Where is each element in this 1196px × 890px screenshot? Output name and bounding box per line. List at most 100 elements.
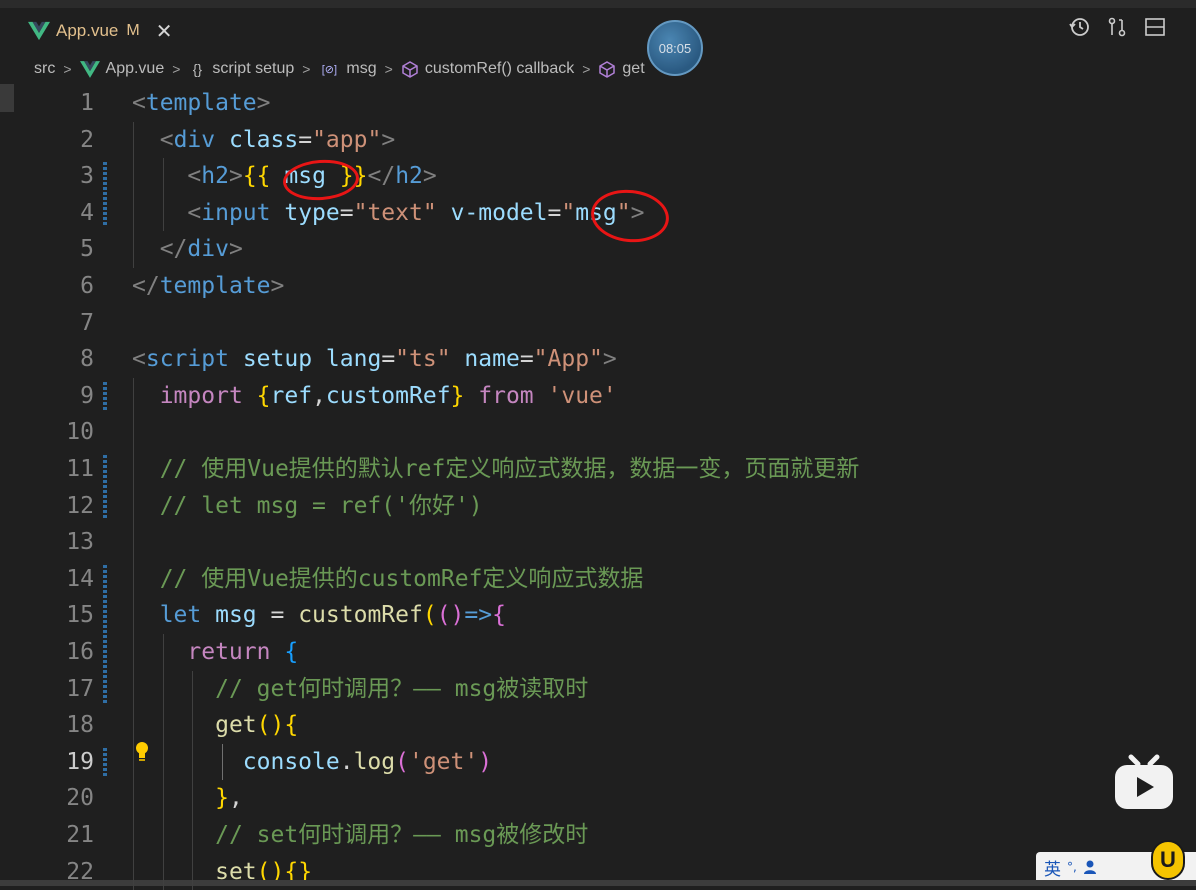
breadcrumb-item-get[interactable]: get [622,60,644,78]
cube-icon [599,61,616,78]
git-change-indicator[interactable] [103,162,107,228]
tab-app-vue[interactable]: App.vue M ✕ [14,8,182,52]
git-change-indicator[interactable] [103,747,107,777]
line-number: 12 [66,492,94,519]
line-number: 7 [80,309,94,336]
code-text: // 使用Vue提供的默认ref定义响应式数据，数据一变，页面就更新 [132,451,860,487]
breadcrumb-item-customref-callback[interactable]: customRef() callback [425,60,574,78]
indent-guide [192,670,194,890]
git-change-indicator[interactable] [103,381,107,411]
code-line[interactable]: 9 import {ref,customRef} from 'vue' [0,378,1196,414]
line-number: 1 [80,90,94,116]
code-line[interactable]: 21 // set何时调用？—— msg被修改时 [0,817,1196,853]
indent-guide [133,121,134,268]
split-editor-icon[interactable] [1144,16,1166,38]
variable-icon: [⊘] [321,63,338,76]
code-token: = [519,346,534,373]
code-token: { [256,382,271,409]
ime-language-label[interactable]: 英 [1044,855,1061,880]
code-text: console.log('get') [132,744,492,780]
code-text: </div> [132,231,243,267]
tab-filename: App.vue [56,20,119,40]
video-player-logo-icon [1115,754,1173,809]
ime-logo-icon[interactable]: U [1151,840,1185,880]
recording-timer-badge: 08:05 [647,20,703,76]
code-token: 'vue' [547,382,617,409]
code-line[interactable]: 13 [0,524,1196,560]
line-number: 5 [80,236,94,263]
code-line[interactable]: 20 }, [0,780,1196,816]
code-line[interactable]: 15 let msg = customRef(()=>{ [0,597,1196,633]
lightbulb-icon[interactable] [134,740,150,762]
code-token: , [312,382,326,409]
code-token: customRef [325,382,451,409]
code-line[interactable]: 3 <h2>{{ msg }}</h2> [0,158,1196,194]
code-token: template [159,273,271,299]
chevron-right-icon: > [384,61,393,77]
user-icon[interactable] [1083,859,1097,875]
code-line[interactable]: 8 <script setup lang="ts" name="App"> [0,341,1196,377]
code-token: from [478,382,534,409]
git-change-indicator[interactable] [103,455,107,521]
code-token: "text" [353,199,437,226]
vue-icon [79,60,100,78]
history-icon[interactable] [1068,16,1090,38]
code-line[interactable]: 19 console.log('get') [0,744,1196,780]
code-token: = [298,126,313,153]
code-token: . [339,748,354,775]
code-token: " [561,199,576,226]
code-token: setup [242,346,313,373]
code-line[interactable]: 5 </div> [0,231,1196,267]
code-token: input [201,199,271,226]
code-token: , [228,785,243,812]
breadcrumb-item-script-setup[interactable]: script setup [212,60,294,78]
line-number: 9 [80,382,94,409]
code-token: let [159,602,202,629]
code-token: = [547,199,562,226]
line-number: 16 [66,639,94,665]
code-line[interactable]: 10 [0,414,1196,450]
code-token: import [159,382,243,409]
code-line[interactable]: 16 return { [0,634,1196,670]
code-token: // 使用Vue提供的customRef定义响应式数据 [159,565,644,592]
code-text: import {ref,customRef} from 'vue' [132,378,617,414]
line-number: 21 [66,822,94,848]
line-number: 15 [66,602,94,629]
git-change-indicator[interactable] [103,564,107,704]
code-token: ( [422,602,437,629]
code-token: console [242,748,340,775]
line-number: 13 [66,529,94,556]
breadcrumb-item-msg[interactable]: msg [346,60,376,78]
compare-changes-icon[interactable] [1106,16,1128,38]
braces-icon: {} [192,61,203,77]
code-line[interactable]: 12 // let msg = ref('你好') [0,488,1196,524]
code-token: ( [395,748,409,775]
close-icon[interactable]: ✕ [156,21,173,41]
code-line[interactable]: 17 // get何时调用？—— msg被读取时 [0,671,1196,707]
code-line[interactable]: 2 <div class="app"> [0,122,1196,158]
breadcrumb-item-app-vue[interactable]: App.vue [106,60,165,78]
code-line[interactable]: 18 get(){ [0,707,1196,743]
code-token: lang [325,346,382,373]
code-token: h2 [395,163,423,190]
code-line[interactable]: 14 // 使用Vue提供的customRef定义响应式数据 [0,561,1196,597]
ime-punct-mode[interactable]: °, [1067,860,1077,874]
code-text: <div class="app"> [132,122,395,158]
line-number: 20 [66,785,94,812]
code-line[interactable]: 1 <template> [0,85,1196,121]
code-line[interactable]: 11 // 使用Vue提供的默认ref定义响应式数据，数据一变，页面就更新 [0,451,1196,487]
code-token: > [256,90,271,116]
breadcrumb-item-src[interactable]: src [34,60,55,78]
code-line[interactable]: 6 </template> [0,268,1196,304]
code-line[interactable]: 7 [0,305,1196,341]
